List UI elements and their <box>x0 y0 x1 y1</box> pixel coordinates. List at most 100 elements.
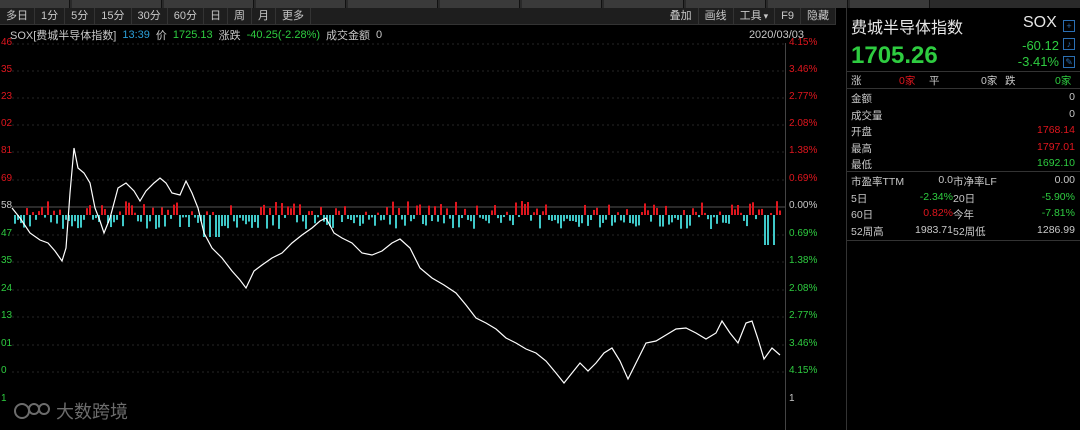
ratio-row: 5日 -2.34% 20日 -5.90% <box>847 190 1080 206</box>
left-price-axis: 46 35 23 02 81 69 58 47 35 24 13 01 0 1 <box>0 37 13 430</box>
volume-bar <box>500 215 502 223</box>
flat-label: 平 <box>929 75 940 87</box>
volume-bar <box>407 201 409 215</box>
f9-button[interactable]: F9 <box>775 7 801 25</box>
volume-bar <box>161 207 163 215</box>
volume-bar <box>230 205 232 215</box>
period-day[interactable]: 日 <box>204 7 228 25</box>
volume-bar <box>671 215 673 223</box>
volume-bar <box>146 215 148 229</box>
add-icon[interactable]: + <box>1063 20 1075 32</box>
volume-bar <box>563 215 565 222</box>
period-60min[interactable]: 60分 <box>168 7 204 25</box>
period-month[interactable]: 月 <box>252 7 276 25</box>
tools-button[interactable]: 工具 ▾ <box>734 7 776 25</box>
volume-bar <box>113 215 115 223</box>
left-axis-tick: 23 <box>1 91 13 102</box>
volume-bar <box>767 215 769 245</box>
right-axis-tick: 2.08% <box>789 283 818 294</box>
volume-bar <box>38 211 40 215</box>
volume-bar <box>311 210 313 215</box>
cursor-amount: 0 <box>376 29 383 41</box>
volume-bar <box>395 215 397 229</box>
volume-bar <box>371 215 373 218</box>
period-week[interactable]: 周 <box>228 7 252 25</box>
volume-bar <box>497 215 499 219</box>
ratio-value: 0.00 <box>1054 174 1075 186</box>
volume-bar <box>245 215 247 225</box>
volume-bar <box>686 215 688 229</box>
volume-bar <box>260 207 262 215</box>
period-5min[interactable]: 5分 <box>65 7 96 25</box>
right-axis-tick: 0.69% <box>789 228 818 239</box>
overlay-button[interactable]: 叠加 <box>664 7 699 25</box>
index-name: SOX[费城半导体指数] <box>10 30 117 42</box>
left-axis-tick: 35 <box>1 255 13 266</box>
volume-bar <box>158 215 160 228</box>
volume-bar <box>26 208 28 215</box>
left-axis-tick: 0 <box>1 365 7 376</box>
volume-bar <box>758 209 760 215</box>
volume-bar <box>212 211 214 215</box>
volume-bar <box>572 215 574 221</box>
volume-bar <box>632 215 634 224</box>
volume-bar <box>242 215 244 221</box>
volume-bar <box>623 215 625 223</box>
volume-bar <box>707 215 709 220</box>
volume-bar <box>308 211 310 215</box>
top-tab[interactable] <box>348 0 438 8</box>
volume-bar <box>65 215 67 220</box>
volume-bar <box>533 212 535 215</box>
volume-bar <box>86 208 88 215</box>
stat-row: 金额 0 <box>847 90 1080 106</box>
volume-bar <box>275 202 277 215</box>
volume-bar <box>350 215 352 221</box>
period-multi-day[interactable]: 多日 <box>0 7 35 25</box>
ratio-label: 市盈率TTM <box>851 176 905 188</box>
bell-icon[interactable]: ♪ <box>1063 38 1075 50</box>
volume-bar <box>488 215 490 224</box>
volume-bar <box>353 215 355 224</box>
volume-bar <box>35 215 37 220</box>
volume-bar <box>569 215 571 221</box>
volume-bar <box>29 215 31 227</box>
chevron-down-icon: ▾ <box>763 10 769 21</box>
top-tab[interactable] <box>440 0 520 8</box>
volume-bar <box>515 202 517 215</box>
volume-bar <box>512 215 514 226</box>
period-more[interactable]: 更多 <box>276 7 311 25</box>
draw-line-button[interactable]: 画线 <box>699 7 734 25</box>
volume-bar <box>404 215 406 226</box>
volume-bar <box>50 215 52 223</box>
flat-count: 0家 <box>981 75 998 87</box>
volume-bar <box>581 215 583 224</box>
volume-bar <box>152 207 154 215</box>
edit-icon[interactable]: ✎ <box>1063 56 1075 68</box>
period-30min[interactable]: 30分 <box>132 7 168 25</box>
volume-bar <box>680 215 682 229</box>
volume-bar <box>647 210 649 215</box>
up-label: 涨 <box>851 75 862 87</box>
volume-bar <box>656 208 658 215</box>
period-15min[interactable]: 15分 <box>95 7 132 25</box>
watermark-logo-icon <box>14 403 50 419</box>
volume-bar <box>104 209 106 215</box>
period-1min[interactable]: 1分 <box>35 7 66 25</box>
hide-button[interactable]: 隐藏 <box>801 7 836 25</box>
panel-index-name: 费城半导体指数 <box>851 20 964 37</box>
intraday-chart[interactable] <box>0 43 836 430</box>
volume-bar <box>269 208 271 215</box>
volume-bar <box>455 201 457 215</box>
ratio-row: 60日 0.82% 今年 -7.81% <box>847 206 1080 222</box>
chart-info-line: SOX[费城半导体指数] 13:39 价 1725.13 涨跌 -40.25(-… <box>0 27 836 43</box>
volume-bar <box>485 215 487 221</box>
volume-bar <box>641 211 643 215</box>
volume-bar <box>224 215 226 226</box>
price-label: 价 <box>155 30 167 42</box>
volume-bar <box>272 215 274 226</box>
top-tab[interactable] <box>522 0 602 8</box>
volume-bar <box>596 207 598 215</box>
top-tab[interactable] <box>850 0 930 8</box>
left-axis-tick: 24 <box>1 283 13 294</box>
right-axis-tick: 2.77% <box>789 91 818 102</box>
